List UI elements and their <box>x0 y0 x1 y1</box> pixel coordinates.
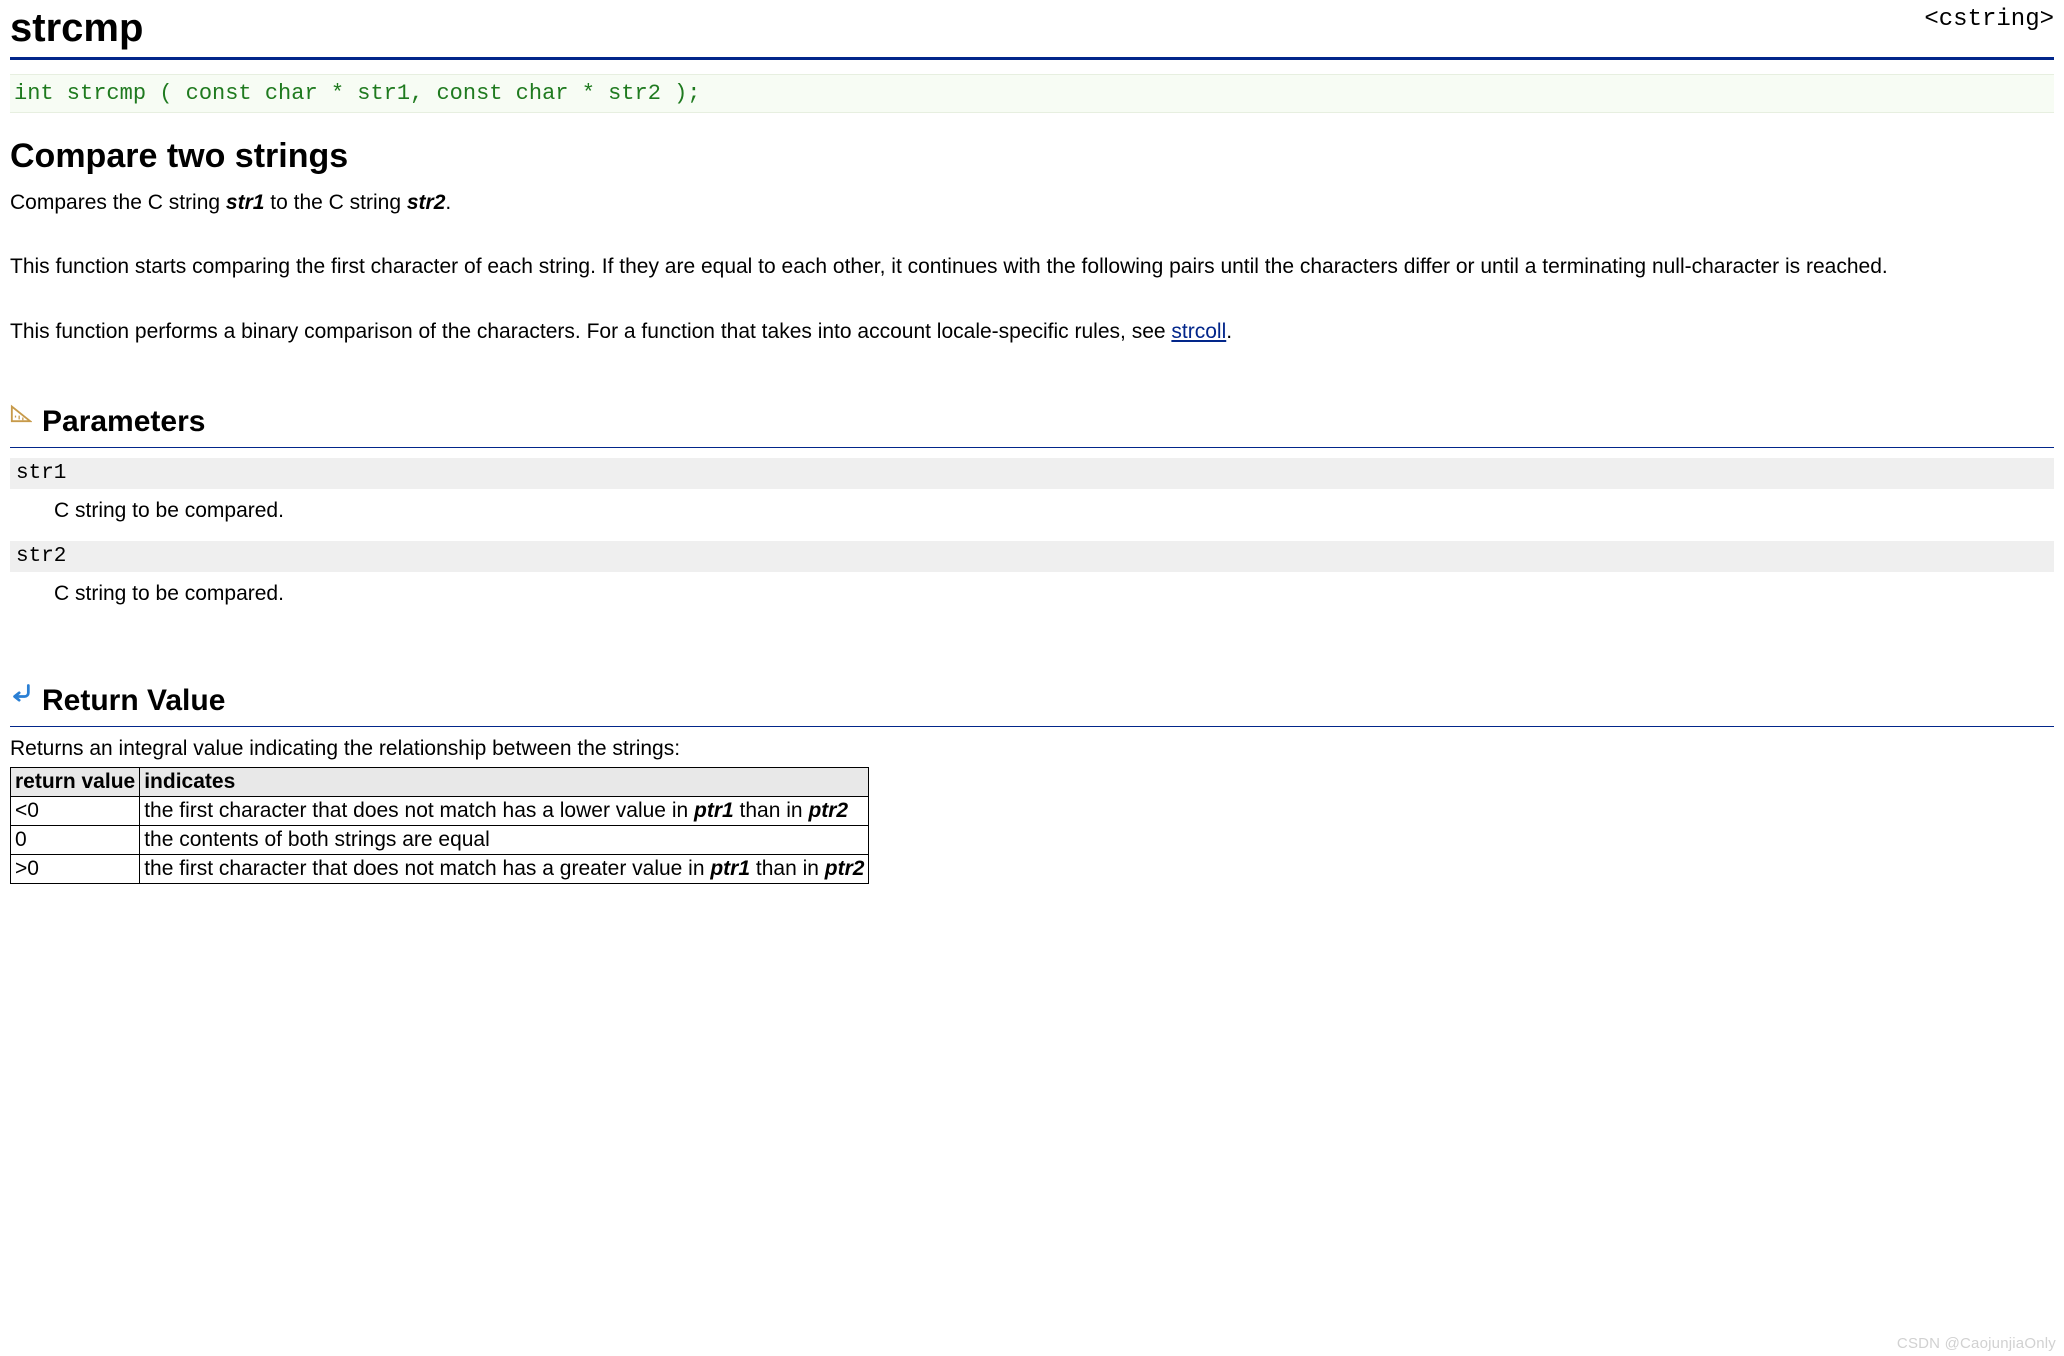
section-title-parameters: Parameters <box>42 405 205 439</box>
table-row: <0 the first character that does not mat… <box>11 797 869 826</box>
parameter-name: str2 <box>10 541 2054 572</box>
cell-text: the first character that does not match … <box>144 857 710 880</box>
table-row: 0 the contents of both strings are equal <box>11 826 869 855</box>
param-ref: ptr2 <box>808 799 848 822</box>
param-ref: ptr1 <box>694 799 734 822</box>
table-header-row: return value indicates <box>11 768 869 797</box>
page-header: strcmp <cstring> <box>10 6 2054 51</box>
parameter-item: str1 C string to be compared. <box>10 458 2054 541</box>
param-ref: ptr1 <box>710 857 750 880</box>
parameter-name: str1 <box>10 458 2054 489</box>
return-indicates-cell: the first character that does not match … <box>140 797 869 826</box>
return-description: Returns an integral value indicating the… <box>10 737 2054 761</box>
table-header-indicates: indicates <box>140 768 869 797</box>
parameter-description: C string to be compared. <box>10 572 2054 624</box>
return-value-cell: <0 <box>11 797 140 826</box>
return-indicates-cell: the contents of both strings are equal <box>140 826 869 855</box>
cell-text: than in <box>750 857 825 880</box>
table-row: >0 the first character that does not mat… <box>11 855 869 884</box>
return-value-table: return value indicates <0 the first char… <box>10 767 869 884</box>
section-divider <box>10 726 2054 727</box>
param-ref: ptr2 <box>825 857 865 880</box>
description-paragraph-1: Compares the C string str1 to the C stri… <box>10 188 2054 218</box>
cell-text: than in <box>734 799 809 822</box>
param-ref-str2: str2 <box>407 191 446 214</box>
ruler-icon <box>10 401 32 423</box>
link-strcoll[interactable]: strcoll <box>1171 320 1226 343</box>
header-divider <box>10 57 2054 60</box>
parameter-description: C string to be compared. <box>10 489 2054 541</box>
watermark: CSDN @CaojunjiaOnly <box>1897 1335 2056 1352</box>
description-text: Compares the C string <box>10 191 226 214</box>
function-signature: int strcmp ( const char * str1, const ch… <box>10 74 2054 113</box>
section-return-header: Return Value <box>10 660 2054 722</box>
description-paragraph-3: This function performs a binary comparis… <box>10 317 2054 347</box>
description-text: . <box>445 191 451 214</box>
section-divider <box>10 447 2054 448</box>
short-description-heading: Compare two strings <box>10 137 2054 176</box>
table-header-return-value: return value <box>11 768 140 797</box>
return-value-cell: 0 <box>11 826 140 855</box>
description-text: to the C string <box>264 191 406 214</box>
description-paragraph-2: This function starts comparing the first… <box>10 252 2054 282</box>
return-arrow-icon <box>10 680 32 702</box>
description-text: This function performs a binary comparis… <box>10 320 1171 343</box>
section-title-return: Return Value <box>42 684 225 718</box>
return-value-cell: >0 <box>11 855 140 884</box>
cell-text: the contents of both strings are equal <box>144 828 490 851</box>
parameter-item: str2 C string to be compared. <box>10 541 2054 624</box>
param-ref-str1: str1 <box>226 191 265 214</box>
return-indicates-cell: the first character that does not match … <box>140 855 869 884</box>
cell-text: the first character that does not match … <box>144 799 694 822</box>
description-text: . <box>1226 320 1232 343</box>
function-name: strcmp <box>10 6 143 51</box>
section-parameters-header: Parameters <box>10 381 2054 443</box>
header-include: <cstring> <box>1924 6 2054 33</box>
